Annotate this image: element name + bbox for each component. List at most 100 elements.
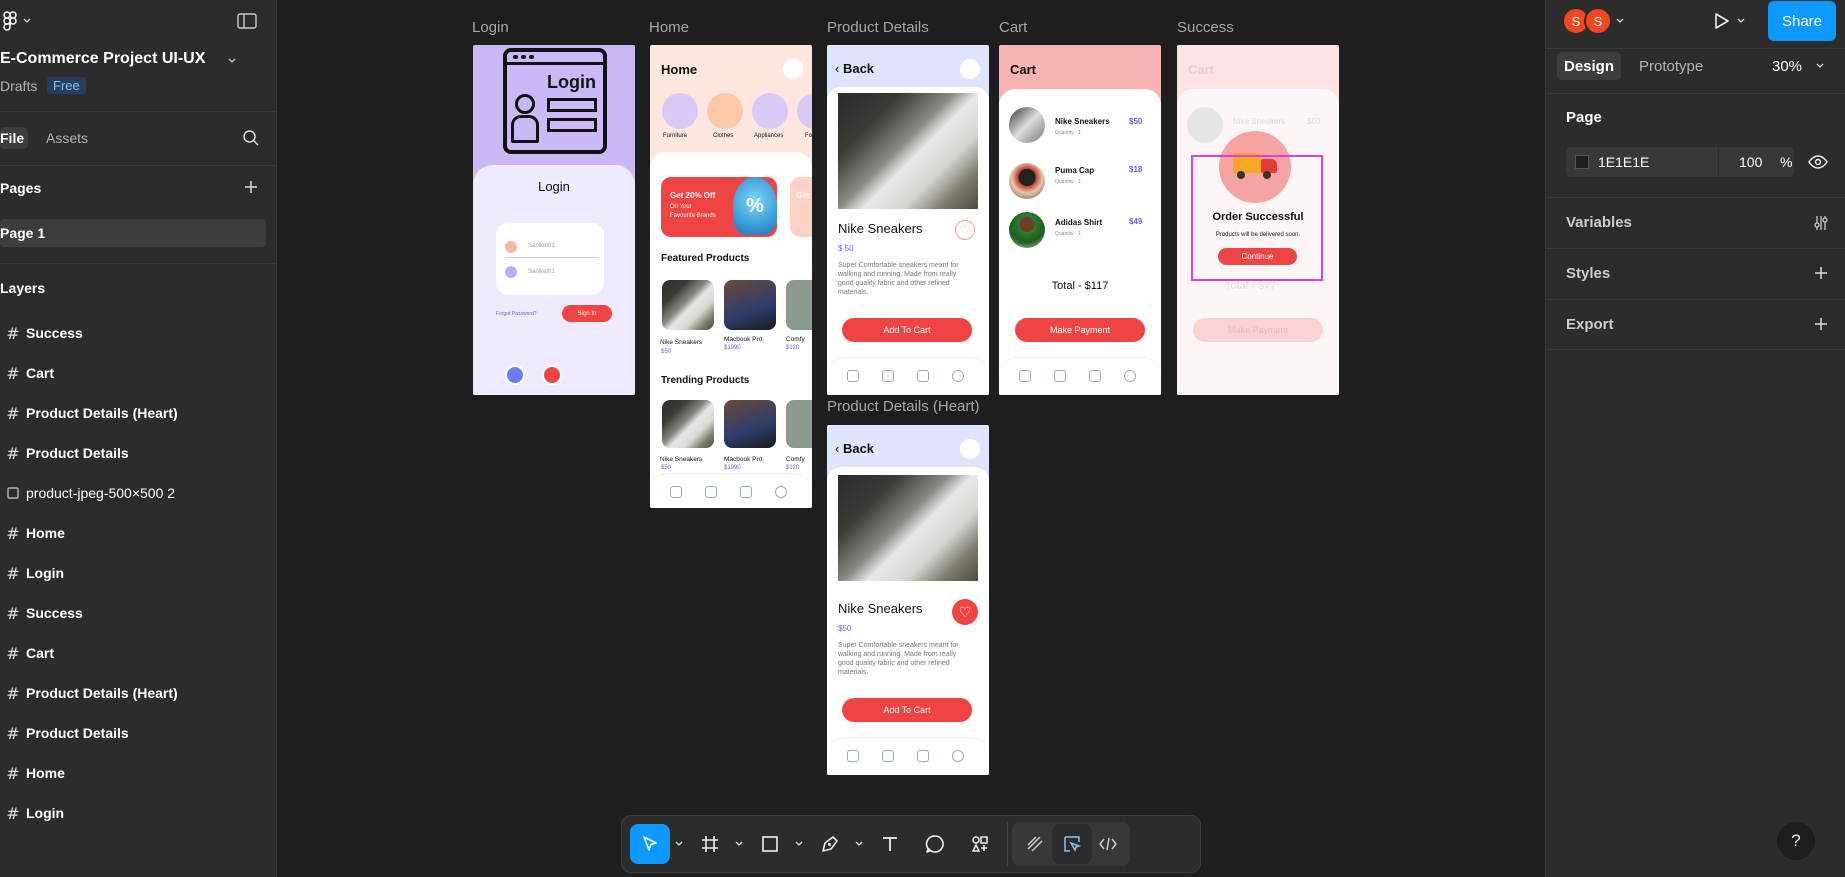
product-thumb[interactable]	[724, 280, 776, 330]
search-icon[interactable]	[240, 127, 262, 149]
frame-label-home[interactable]: Home	[649, 19, 689, 36]
chevron-down-icon[interactable]	[1814, 60, 1826, 72]
bg-color-hex[interactable]: 1E1E1E	[1598, 154, 1649, 170]
food-category-icon[interactable]	[797, 93, 812, 129]
store-nav-icon[interactable]	[882, 750, 894, 762]
actions-tool-icon[interactable]	[960, 824, 1000, 864]
add-export-icon[interactable]	[1810, 313, 1832, 335]
styles-heading[interactable]: Styles	[1566, 265, 1610, 282]
add-page-icon[interactable]	[240, 176, 262, 198]
layer-item[interactable]: # Login	[0, 793, 277, 833]
page-item-page-1[interactable]: Page 1	[0, 219, 266, 247]
orders-nav-icon[interactable]	[740, 486, 752, 498]
layer-item[interactable]: # Success	[0, 593, 277, 633]
forgot-password-link[interactable]: Forgot Password?	[496, 311, 537, 317]
chevron-down-icon[interactable]	[1735, 15, 1747, 27]
selection-outline[interactable]	[1191, 155, 1323, 281]
frame-login[interactable]: Login Login Saniket01 Saniket01 Forgot P…	[473, 45, 635, 395]
dev-mode-icon[interactable]	[1088, 824, 1128, 864]
move-tool-icon[interactable]	[630, 824, 670, 864]
rectangle-tool-icon[interactable]	[750, 824, 790, 864]
design-mode-icon[interactable]	[1052, 824, 1092, 864]
tab-prototype[interactable]: Prototype	[1639, 58, 1703, 75]
chevron-down-icon[interactable]	[793, 838, 805, 850]
layer-item[interactable]: product-jpeg-500×500 2	[0, 473, 277, 513]
product-thumb[interactable]	[662, 400, 714, 448]
frame-product-details-heart[interactable]: ‹ Back Nike Sneakers ♡ $50 Super Comfort…	[827, 425, 989, 775]
add-to-cart-button[interactable]: Add To Cart	[842, 318, 972, 342]
add-style-icon[interactable]	[1810, 262, 1832, 284]
add-to-cart-button[interactable]: Add To Cart	[842, 698, 972, 722]
avatar[interactable]: S	[1584, 7, 1612, 35]
layer-item[interactable]: # Product Details	[0, 433, 277, 473]
frame-label-login[interactable]: Login	[472, 19, 509, 36]
variables-settings-icon[interactable]	[1810, 212, 1832, 234]
home-nav-icon[interactable]	[847, 750, 859, 762]
help-button[interactable]: ?	[1777, 822, 1815, 860]
frame-cart[interactable]: Cart Nike Sneakers Quantity - 1 $50 Puma…	[999, 45, 1161, 395]
orders-nav-icon[interactable]	[1089, 370, 1101, 382]
product-thumb[interactable]	[724, 400, 776, 448]
layer-item[interactable]: # Product Details (Heart)	[0, 673, 277, 713]
color-swatch[interactable]	[1575, 155, 1589, 169]
heart-icon[interactable]: ♡	[955, 220, 975, 240]
eye-icon[interactable]	[1807, 151, 1829, 173]
project-title[interactable]: E-Commerce Project UI-UX	[0, 50, 205, 68]
chevron-down-icon[interactable]	[733, 838, 745, 850]
variables-heading[interactable]: Variables	[1566, 214, 1632, 231]
social-login-icon[interactable]	[505, 365, 525, 385]
home-nav-icon[interactable]	[847, 370, 859, 382]
pen-tool-icon[interactable]	[810, 824, 850, 864]
promo-banner-next[interactable]	[790, 177, 812, 237]
home-nav-icon[interactable]	[670, 486, 682, 498]
appliances-category-icon[interactable]	[752, 93, 788, 129]
layer-item[interactable]: # Home	[0, 513, 277, 553]
chevron-down-icon[interactable]	[1614, 15, 1626, 27]
drafts-label[interactable]: Drafts	[0, 78, 37, 94]
export-heading[interactable]: Export	[1566, 316, 1614, 333]
comment-tool-icon[interactable]	[915, 824, 955, 864]
product-thumb[interactable]	[662, 280, 714, 330]
cart-icon[interactable]	[783, 59, 803, 79]
sign-in-button[interactable]: Sign In	[562, 305, 612, 322]
product-thumb[interactable]	[786, 400, 812, 448]
layer-item[interactable]: # Success	[0, 313, 277, 353]
store-nav-icon[interactable]	[882, 370, 894, 382]
bg-opacity[interactable]: 100	[1739, 154, 1762, 170]
username-field[interactable]: Saniket01	[528, 243, 555, 249]
present-play-icon[interactable]	[1710, 9, 1734, 33]
chevron-down-icon[interactable]	[853, 838, 865, 850]
tab-assets[interactable]: Assets	[46, 130, 88, 146]
cart-icon[interactable]	[960, 59, 980, 79]
profile-nav-icon[interactable]	[1124, 370, 1136, 382]
zoom-level[interactable]: 30%	[1772, 58, 1802, 75]
tab-file[interactable]: File	[0, 127, 29, 149]
furniture-category-icon[interactable]	[662, 93, 698, 129]
frame-label-success[interactable]: Success	[1177, 19, 1234, 36]
draw-mode-icon[interactable]	[1015, 824, 1055, 864]
canvas[interactable]: Login Home Product Details Cart Success …	[278, 0, 1544, 877]
text-tool-icon[interactable]	[870, 824, 910, 864]
frame-label-cart[interactable]: Cart	[999, 19, 1027, 36]
chevron-down-icon[interactable]	[225, 54, 239, 68]
orders-nav-icon[interactable]	[917, 750, 929, 762]
share-button[interactable]: Share	[1768, 1, 1836, 41]
home-nav-icon[interactable]	[1019, 370, 1031, 382]
frame-product-details[interactable]: ‹ Back Nike Sneakers ♡ $ 50 Super Comfor…	[827, 45, 989, 395]
layer-item[interactable]: # Home	[0, 753, 277, 793]
frame-tool-icon[interactable]	[690, 824, 730, 864]
chevron-down-icon[interactable]	[20, 14, 34, 28]
profile-nav-icon[interactable]	[952, 750, 964, 762]
store-nav-icon[interactable]	[1054, 370, 1066, 382]
store-nav-icon[interactable]	[705, 486, 717, 498]
figma-logo-icon[interactable]	[0, 10, 20, 32]
layer-item[interactable]: # Cart	[0, 353, 277, 393]
tab-design[interactable]: Design	[1557, 52, 1621, 80]
password-field[interactable]: Saniket01	[528, 269, 555, 275]
clothes-category-icon[interactable]	[707, 93, 743, 129]
heart-filled-icon[interactable]: ♡	[952, 599, 978, 625]
google-login-icon[interactable]	[542, 365, 562, 385]
layer-item[interactable]: # Login	[0, 553, 277, 593]
profile-nav-icon[interactable]	[775, 486, 787, 498]
chevron-down-icon[interactable]	[673, 838, 685, 850]
